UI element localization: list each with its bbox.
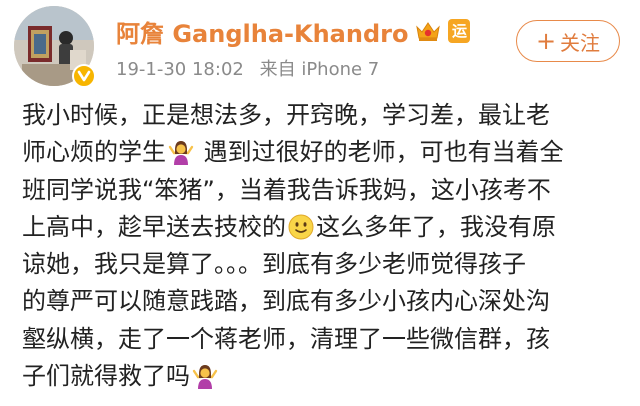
- post-line: 谅她，我只是算了。。。到底有多少老师觉得孩子: [22, 246, 622, 283]
- post-text: 谅她，我只是算了。。。到底有多少老师觉得孩子: [22, 250, 526, 279]
- username-row: 阿詹 Ganglha-Khandro 运: [116, 14, 471, 49]
- slightly-smiling-emoji: [288, 214, 314, 240]
- person-shrugging-emoji: [168, 139, 194, 166]
- post-text: 上高中，趁早送去技校的: [22, 212, 286, 241]
- follow-button[interactable]: + 关注: [516, 20, 620, 62]
- post-line: 上高中，趁早送去技校的 这么多年了，我没有原: [22, 209, 622, 246]
- post-header: 阿詹 Ganglha-Khandro 运 19-1-30 18:02 来自 iP…: [0, 0, 640, 90]
- post-text: 我小时候，正是想法多，开窍晚，学习差，最让老: [22, 101, 550, 129]
- avatar-container[interactable]: [14, 6, 96, 88]
- yun-badge[interactable]: 运: [448, 19, 471, 43]
- post-line: 我小时候，正是想法多，开窍晚，学习差，最让老: [22, 97, 622, 134]
- post-time[interactable]: 19-1-30 18:02: [116, 59, 244, 80]
- post-text: 遇到过很好的老师，可也有当着全: [196, 138, 564, 167]
- post-line: 班同学说我“笨猪”，当着我告诉我妈，这小孩考不: [22, 172, 622, 209]
- post-line: 壑纵横，走了一个蒋老师，清理了一些微信群，孩: [22, 321, 622, 358]
- post-text: 壑纵横，走了一个蒋老师，清理了一些微信群，孩: [22, 324, 550, 353]
- post-line: 子们就得救了吗: [22, 358, 622, 395]
- post-text: 班同学说我“笨猪”，当着我告诉我妈，这小孩考不: [22, 175, 551, 204]
- plus-icon: +: [535, 27, 557, 55]
- post-text: 子们就得救了吗: [22, 362, 190, 391]
- post-source: 来自 iPhone 7: [259, 59, 380, 80]
- post-body: 我小时候，正是想法多，开窍晚，学习差，最让老 师心烦的学生 遇到过很好的老师，可…: [22, 97, 622, 395]
- post-meta: 19-1-30 18:02 来自 iPhone 7: [116, 55, 379, 81]
- post-text: 这么多年了，我没有原: [316, 212, 556, 241]
- post-text: 的尊严可以随意践踏，到底有多少小孩内心深处沟: [22, 287, 550, 316]
- username[interactable]: 阿詹 Ganglha-Khandro: [116, 14, 408, 49]
- post-line: 的尊严可以随意践踏，到底有多少小孩内心深处沟: [22, 283, 622, 320]
- person-shrugging-emoji: [192, 363, 218, 390]
- post-line: 师心烦的学生 遇到过很好的老师，可也有当着全: [22, 134, 622, 171]
- vip-crown-icon[interactable]: [414, 19, 442, 43]
- verified-badge-icon: [72, 64, 96, 88]
- follow-label: 关注: [560, 30, 601, 55]
- post-text: 师心烦的学生: [22, 138, 166, 167]
